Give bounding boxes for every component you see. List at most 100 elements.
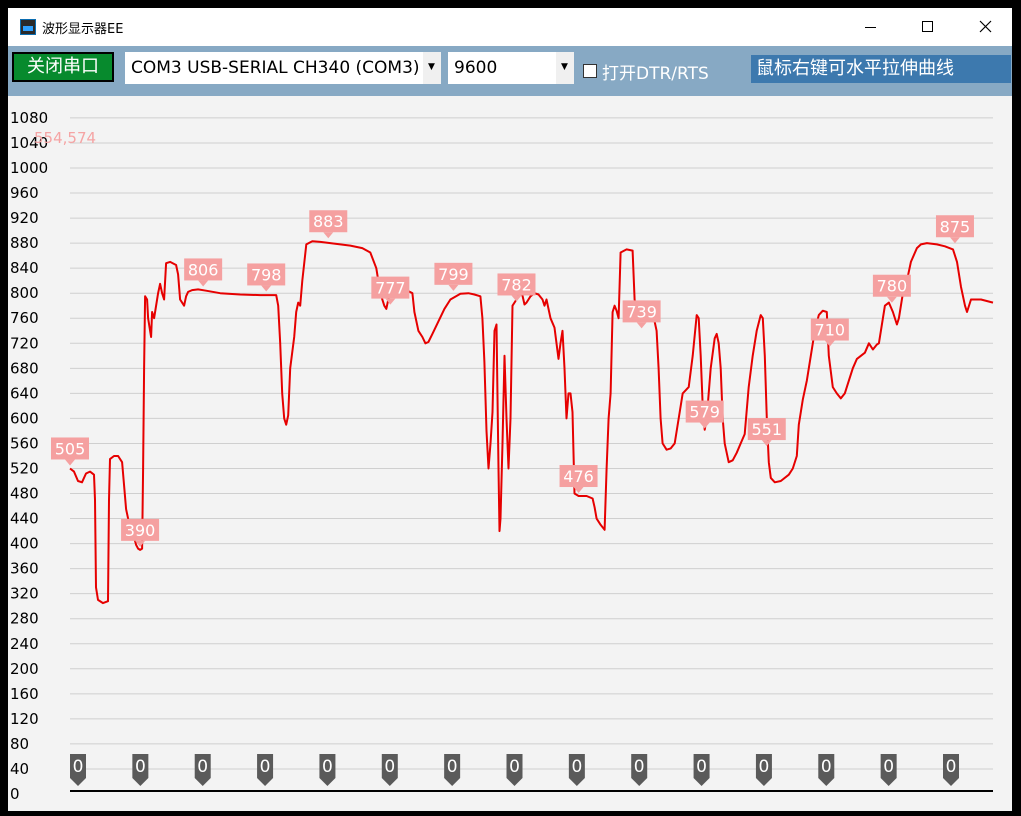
baud-rate-value: 9600 xyxy=(454,58,498,78)
window-title: 波形显示器EE xyxy=(42,22,124,37)
cursor-readout: 554,574 xyxy=(34,129,96,147)
y-tick-label: 400 xyxy=(10,535,39,553)
peak-label-text: 739 xyxy=(626,302,657,321)
peak-label: 806 xyxy=(184,258,223,287)
y-tick-label: 840 xyxy=(10,259,39,277)
zero-marker: 0 xyxy=(70,754,86,786)
zero-marker: 0 xyxy=(755,754,772,786)
y-tick-label: 720 xyxy=(10,334,39,352)
waveform-series xyxy=(69,240,994,605)
dtr-rts-checkbox[interactable] xyxy=(583,64,597,78)
y-tick-label: 640 xyxy=(10,384,39,402)
zero-marker-text: 0 xyxy=(883,757,894,777)
minimize-button[interactable] xyxy=(841,8,901,46)
zero-marker: 0 xyxy=(194,754,211,786)
peak-label-pointer xyxy=(261,285,272,292)
zero-marker: 0 xyxy=(319,754,336,786)
y-tick-label: 200 xyxy=(10,660,39,678)
app-icon xyxy=(20,19,36,35)
peak-label-pointer xyxy=(511,295,522,302)
zero-marker: 0 xyxy=(943,754,959,786)
zero-marker-pointer xyxy=(70,778,86,786)
peak-label-pointer xyxy=(198,280,209,287)
baud-rate-select[interactable]: 9600 ▼ xyxy=(448,52,574,84)
close-button[interactable] xyxy=(954,8,1012,46)
dtr-rts-label: 打开DTR/RTS xyxy=(602,64,709,84)
zero-marker-pointer xyxy=(568,778,585,786)
y-tick-label: 1000 xyxy=(10,159,48,177)
zero-marker: 0 xyxy=(444,754,461,786)
zero-marker-text: 0 xyxy=(759,757,770,777)
peak-label-pointer xyxy=(949,237,960,244)
y-tick-label: 240 xyxy=(10,635,39,653)
zero-marker-text: 0 xyxy=(571,757,582,777)
zero-marker: 0 xyxy=(693,754,710,786)
y-tick-label: 360 xyxy=(10,560,39,578)
zero-marker-text: 0 xyxy=(322,757,333,777)
zero-marker-pointer xyxy=(319,778,336,786)
peak-label: 551 xyxy=(747,418,786,447)
peak-label-text: 806 xyxy=(188,260,219,279)
waveform-line xyxy=(69,240,994,605)
peak-label-text: 799 xyxy=(438,265,469,284)
zero-marker-text: 0 xyxy=(260,757,271,777)
peak-label: 799 xyxy=(434,262,473,291)
peak-label: 505 xyxy=(51,437,89,466)
peak-label: 390 xyxy=(121,518,160,547)
maximize-icon xyxy=(922,21,933,32)
serial-port-select[interactable]: COM3 USB-SERIAL CH340 (COM3) ▼ xyxy=(125,52,441,84)
serial-port-dropdown-arrow[interactable]: ▼ xyxy=(423,52,441,84)
close-serial-port-button[interactable]: 关闭串口 xyxy=(12,52,114,82)
y-tick-label: 880 xyxy=(10,234,39,252)
y-tick-label: 560 xyxy=(10,434,39,452)
y-tick-label: 0 xyxy=(10,785,20,803)
zero-marker-pointer xyxy=(755,778,772,786)
y-tick-label: 320 xyxy=(10,585,39,603)
zero-marker-pointer xyxy=(943,778,959,786)
zero-marker-pointer xyxy=(194,778,211,786)
y-tick-label: 800 xyxy=(10,284,39,302)
peak-label: 883 xyxy=(309,210,348,239)
waveform-plot[interactable]: -40 0 40 80 120 160 200 240 280 320 360 400 440 480 52… xyxy=(8,96,1012,811)
y-tick-label: 160 xyxy=(10,685,39,703)
y-tick-label: 120 xyxy=(10,710,39,728)
zero-marker: 0 xyxy=(381,754,398,786)
y-tick-label: 280 xyxy=(10,610,39,628)
toolbar: 关闭串口 COM3 USB-SERIAL CH340 (COM3) ▼ 9600… xyxy=(8,46,1012,96)
chevron-down-icon: ▼ xyxy=(428,62,435,72)
maximize-button[interactable] xyxy=(897,8,957,46)
peak-label-text: 782 xyxy=(501,275,532,294)
y-tick-label: 680 xyxy=(10,359,39,377)
y-tick-label: 600 xyxy=(10,409,39,427)
y-axis-labels: -40 0 40 80 120 160 200 240 280 320 360 400 440 480 52… xyxy=(10,109,48,811)
minimize-icon xyxy=(865,27,876,28)
zero-marker-text: 0 xyxy=(197,757,208,777)
zero-marker: 0 xyxy=(132,754,149,786)
waveform-chart[interactable]: -40 0 40 80 120 160 200 240 280 320 360 400 440 480 52… xyxy=(8,96,1012,811)
peak-label-text: 551 xyxy=(751,420,782,439)
peak-label-text: 875 xyxy=(940,217,971,236)
zero-marker-pointer xyxy=(132,778,149,786)
zero-marker-text: 0 xyxy=(821,757,832,777)
grid xyxy=(70,117,993,770)
y-tick-label: 760 xyxy=(10,309,39,327)
y-tick-label: 920 xyxy=(10,209,39,227)
peak-label-pointer xyxy=(65,459,75,466)
title-bar[interactable]: 波形显示器EE xyxy=(8,8,1012,46)
zero-marker-pointer xyxy=(880,778,897,786)
zero-marker: 0 xyxy=(880,754,897,786)
peak-label: 780 xyxy=(872,274,911,303)
peak-label-pointer xyxy=(699,422,710,429)
zero-marker-text: 0 xyxy=(73,757,84,777)
y-tick-label: 40 xyxy=(10,760,29,778)
peak-label-text: 710 xyxy=(815,321,846,340)
peak-label: 476 xyxy=(559,465,598,494)
peak-label-text: 883 xyxy=(313,212,344,231)
zero-marker: 0 xyxy=(631,754,648,786)
y-tick-label: 1080 xyxy=(10,109,48,127)
baud-rate-dropdown-arrow[interactable]: ▼ xyxy=(556,52,574,84)
zero-marker-pointer xyxy=(818,778,835,786)
peak-label-text: 780 xyxy=(877,277,908,296)
peak-label: 579 xyxy=(685,400,724,429)
zero-marker-pointer xyxy=(631,778,648,786)
